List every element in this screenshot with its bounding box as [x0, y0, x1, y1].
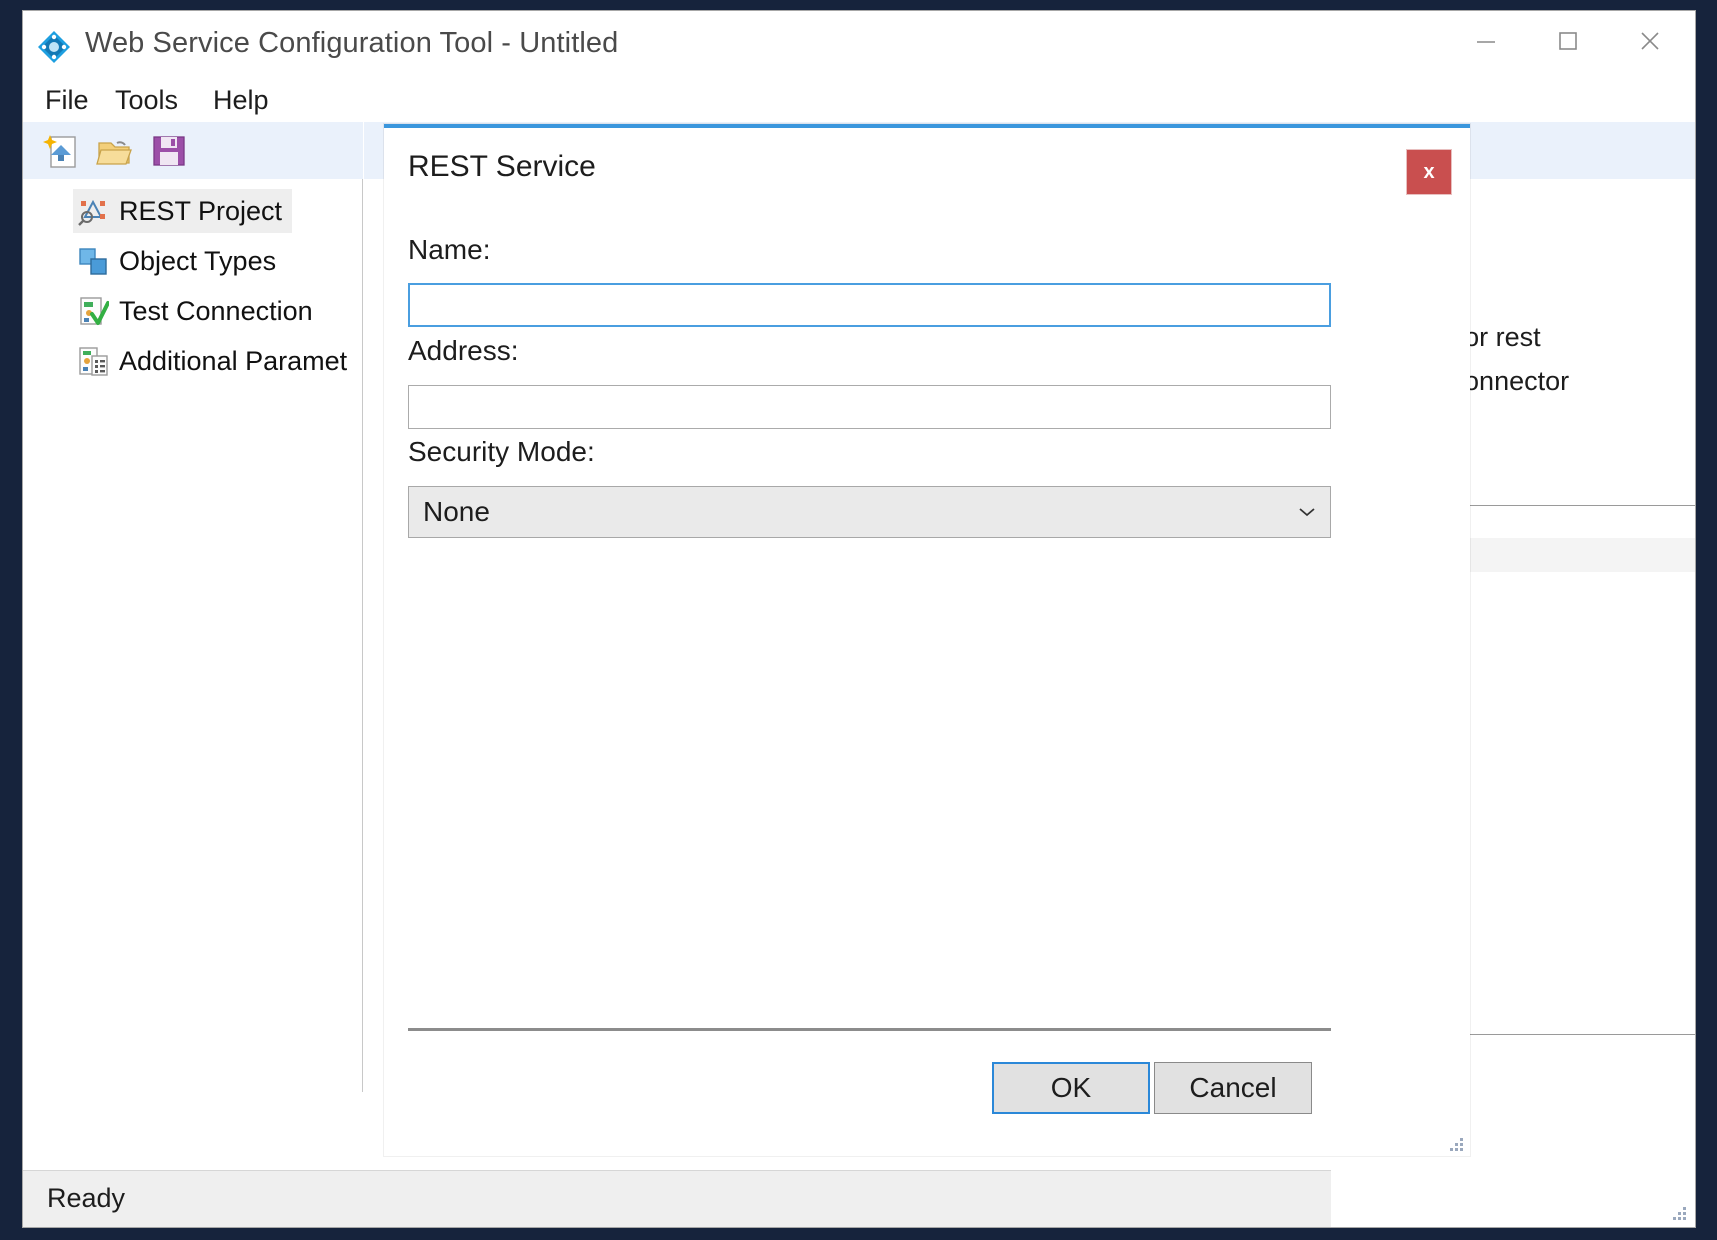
toolbar: [23, 122, 363, 179]
save-project-icon: [153, 136, 185, 166]
rest-project-icon: [77, 195, 109, 227]
ok-button[interactable]: OK: [992, 1062, 1150, 1114]
name-field-label: Name:: [408, 234, 491, 265]
title-bar: Web Service Configuration Tool - Untitle…: [23, 11, 1695, 78]
address-field-label: Address:: [408, 335, 519, 366]
menu-bar: File Tools Help: [23, 78, 1695, 122]
save-project-button[interactable]: [149, 131, 189, 171]
diamond-app-icon: [35, 28, 73, 66]
close-icon: [1641, 32, 1659, 50]
tree-item-additional-parameters[interactable]: Additional Paramet: [73, 339, 357, 383]
tree-item-rest-project[interactable]: REST Project: [73, 189, 293, 233]
tree-item-test-connection[interactable]: Test Connection: [73, 289, 323, 333]
new-project-button[interactable]: [41, 131, 81, 171]
minimize-icon: [1477, 41, 1495, 43]
dialog-title: REST Service: [408, 150, 596, 183]
screen: Web Service Configuration Tool - Untitle…: [0, 0, 1717, 1240]
menu-item-file[interactable]: File: [37, 83, 97, 118]
maximize-icon: [1559, 32, 1577, 50]
navigation-tree: REST Project Object Types Test Connectio…: [23, 179, 363, 1092]
status-text: Ready: [47, 1183, 126, 1213]
address-input[interactable]: [408, 385, 1331, 429]
menu-item-file-label: File: [45, 85, 89, 115]
main-window: Web Service Configuration Tool - Untitle…: [22, 10, 1696, 1228]
object-types-icon: [77, 245, 109, 277]
menu-item-tools-label: Tools: [115, 85, 179, 115]
test-connection-icon: [77, 295, 110, 327]
ok-button-label: OK: [1050, 1072, 1092, 1103]
tree-item-additional-parameters-label: Additional Paramet: [119, 345, 348, 376]
cancel-button[interactable]: Cancel: [1154, 1062, 1312, 1114]
chevron-down-icon: [1298, 501, 1316, 524]
tree-item-object-types[interactable]: Object Types: [73, 239, 286, 283]
tree-item-test-connection-label: Test Connection: [119, 295, 313, 326]
window-title: Web Service Configuration Tool - Untitle…: [85, 27, 619, 59]
menu-item-help[interactable]: Help: [205, 83, 277, 118]
status-bar: Ready: [23, 1170, 1695, 1227]
open-project-button[interactable]: [95, 131, 135, 171]
dialog-close-button[interactable]: x: [1406, 149, 1452, 195]
tree-item-object-types-label: Object Types: [119, 245, 277, 276]
additional-parameters-icon: [77, 345, 109, 377]
security-mode-select[interactable]: None: [408, 486, 1331, 538]
close-window-button[interactable]: [1611, 11, 1689, 71]
status-cell: Ready: [23, 1170, 1331, 1227]
open-project-icon: [96, 141, 132, 165]
tree-item-rest-project-label: REST Project: [119, 195, 283, 226]
new-project-icon: [43, 135, 76, 168]
security-mode-field-label: Security Mode:: [408, 436, 595, 467]
window-resize-grip[interactable]: [1665, 1199, 1689, 1223]
rest-service-dialog: REST Service x Name: Address: Security M…: [384, 124, 1470, 1156]
dialog-close-label: x: [1423, 160, 1435, 183]
menu-item-tools[interactable]: Tools: [107, 83, 186, 118]
minimize-button[interactable]: [1447, 11, 1525, 71]
security-mode-value: None: [423, 496, 490, 527]
dialog-separator: [408, 1028, 1331, 1031]
cancel-button-label: Cancel: [1189, 1072, 1277, 1103]
name-input[interactable]: [408, 283, 1331, 327]
dialog-resize-grip[interactable]: [1442, 1130, 1466, 1154]
maximize-button[interactable]: [1529, 11, 1607, 71]
menu-item-help-label: Help: [213, 85, 269, 115]
